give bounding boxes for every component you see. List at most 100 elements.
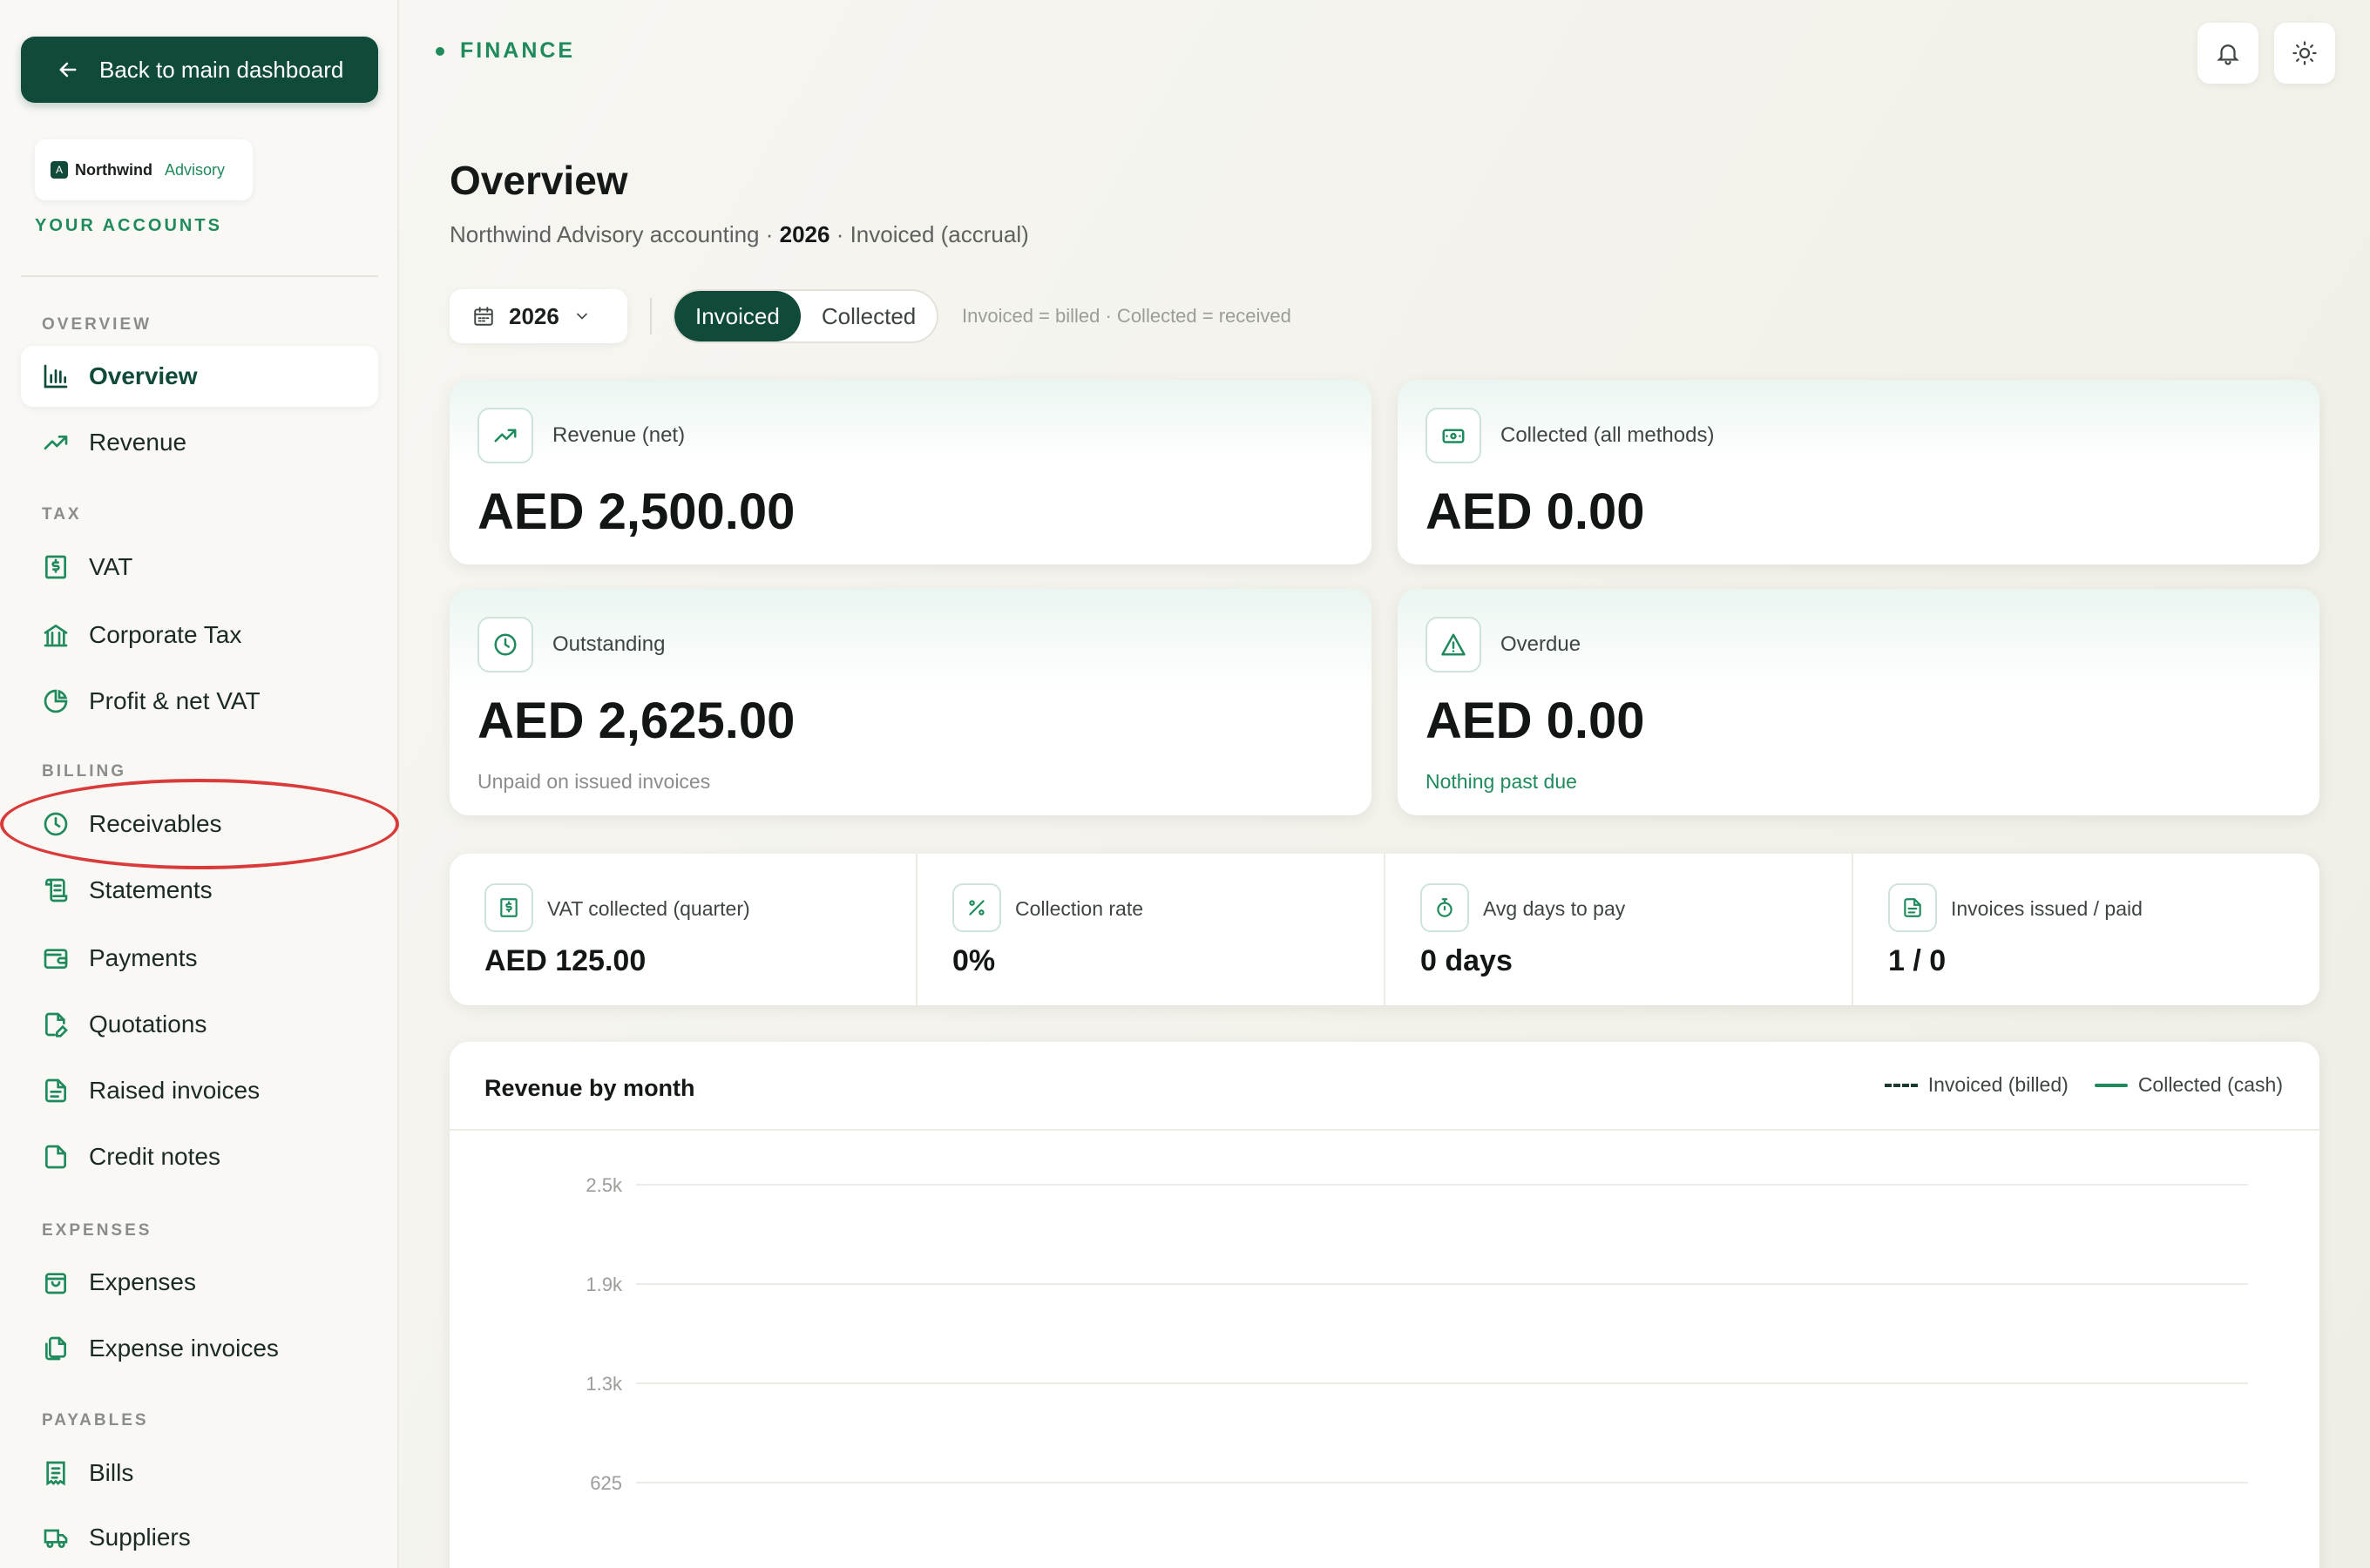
- overdue-card: Overdue AED 0.00 Nothing past due: [1398, 589, 2319, 815]
- card-icon-box: [477, 408, 533, 463]
- sidebar-item-quotations[interactable]: Quotations: [21, 994, 378, 1055]
- sidebar-item-vat[interactable]: VAT: [21, 537, 378, 598]
- sidebar-item-label: Bills: [89, 1459, 134, 1486]
- legend-item-collected: Collected (cash): [2094, 1073, 2283, 1097]
- sidebar-item-raised-invoices[interactable]: Raised invoices: [21, 1060, 378, 1121]
- bank-icon: [44, 624, 68, 647]
- breadcrumb-dot: [436, 46, 444, 56]
- toggle-invoiced[interactable]: Invoiced: [674, 291, 801, 341]
- sidebar-item-expenses[interactable]: Expenses: [21, 1252, 378, 1313]
- page-title: Overview: [450, 158, 628, 203]
- stat-icon-box: [484, 883, 533, 932]
- y-tick-label: 625: [590, 1472, 622, 1494]
- stat-value: 0 days: [1420, 944, 1513, 977]
- breadcrumb: FINANCE: [436, 38, 575, 64]
- receipt-dollar-icon: [500, 898, 518, 917]
- trend-up-icon: [494, 429, 517, 443]
- sidebar-item-label: Raised invoices: [89, 1077, 261, 1104]
- y-tick-label: 1.3k: [586, 1373, 623, 1395]
- subtitle-suffix: · Invoiced (accrual): [830, 221, 1029, 247]
- logo-mark: A: [51, 161, 68, 179]
- sidebar-item-label: Statements: [89, 876, 213, 903]
- main-content: FINANCE Overview Northwind Advisory acco…: [401, 0, 2370, 1568]
- stat-vat-collected: VAT collected (quarter) AED 125.00: [450, 854, 918, 1005]
- stat-label: VAT collected (quarter): [547, 897, 750, 920]
- section-label-overview: OVERVIEW: [42, 315, 152, 334]
- file-edit-icon: [45, 1012, 68, 1037]
- card-icon-box: [1425, 617, 1481, 672]
- receipt-dollar-icon: [45, 555, 66, 579]
- subtitle-prefix: Northwind Advisory accounting ·: [450, 221, 780, 247]
- sidebar: Back to main dashboard A Northwind Advis…: [0, 0, 399, 1568]
- wallet-icon: [44, 949, 68, 969]
- stat-label: Avg days to pay: [1483, 897, 1626, 920]
- sidebar-item-revenue[interactable]: Revenue: [21, 412, 378, 473]
- sidebar-item-label: Expense invoices: [89, 1335, 279, 1362]
- sidebar-item-label: Revenue: [89, 429, 187, 456]
- pie-chart-icon: [44, 689, 68, 713]
- sidebar-item-expense-invoices[interactable]: Expense invoices: [21, 1318, 378, 1379]
- basis-toggle: Invoiced Collected: [673, 289, 939, 343]
- card-value: AED 2,625.00: [477, 693, 796, 749]
- stat-label: Collection rate: [1015, 897, 1144, 920]
- your-accounts-link[interactable]: YOUR ACCOUNTS: [35, 216, 222, 236]
- sidebar-item-credit-notes[interactable]: Credit notes: [21, 1126, 378, 1187]
- legend-label: Collected (cash): [2137, 1073, 2283, 1096]
- card-label: Revenue (net): [552, 423, 686, 447]
- notifications-button[interactable]: [2197, 23, 2258, 84]
- files-icon: [45, 1336, 66, 1361]
- year-select[interactable]: 2026: [450, 289, 627, 343]
- card-icon-box: [477, 617, 533, 672]
- logo-sub: Advisory: [164, 160, 226, 179]
- back-to-dashboard-button[interactable]: Back to main dashboard: [21, 37, 378, 103]
- card-value: AED 0.00: [1425, 483, 1645, 540]
- section-label-payables: PAYABLES: [42, 1411, 149, 1429]
- legend-item-invoiced: Invoiced (billed): [1884, 1073, 2069, 1097]
- bell-icon: [2217, 44, 2239, 65]
- file-icon: [45, 1145, 66, 1169]
- sidebar-item-payments[interactable]: Payments: [21, 928, 378, 989]
- sidebar-item-label: Credit notes: [89, 1143, 220, 1170]
- trend-up-icon: [44, 436, 68, 449]
- stat-icon-box: [952, 883, 1001, 932]
- theme-toggle-button[interactable]: [2274, 23, 2335, 84]
- legend-swatch-solid: [2094, 1083, 2128, 1087]
- calendar-icon: [474, 307, 493, 326]
- sidebar-item-suppliers[interactable]: Suppliers: [21, 1507, 378, 1568]
- section-label-tax: TAX: [42, 505, 82, 524]
- outstanding-card: Outstanding AED 2,625.00 Unpaid on issue…: [450, 589, 1371, 815]
- percent-icon: [969, 900, 985, 916]
- revenue-card: Revenue (net) AED 2,500.00: [450, 380, 1371, 564]
- card-icon-box: [1425, 408, 1481, 463]
- revenue-chart-card: Revenue by month Invoiced (billed) Colle…: [450, 1042, 2319, 1568]
- revenue-chart-plot: 2.5k 1.9k 1.3k 625: [586, 1174, 2248, 1494]
- stat-avg-days: Avg days to pay 0 days: [1385, 854, 1853, 1005]
- file-text-icon: [45, 1078, 66, 1103]
- back-button-label: Back to main dashboard: [99, 56, 344, 83]
- card-value: AED 2,500.00: [477, 483, 796, 540]
- sidebar-item-label: Overview: [89, 362, 198, 389]
- section-label-billing: BILLING: [42, 762, 126, 781]
- chart-title: Revenue by month: [484, 1075, 695, 1101]
- sidebar-item-label: Expenses: [89, 1268, 196, 1295]
- stat-label: Invoices issued / paid: [1951, 897, 2143, 920]
- toggle-collected[interactable]: Collected: [801, 291, 937, 341]
- file-text-icon: [1904, 898, 1921, 917]
- clock-icon: [494, 633, 517, 656]
- sidebar-item-overview[interactable]: Overview: [21, 346, 378, 407]
- account-logo[interactable]: A Northwind Advisory: [35, 139, 253, 200]
- stat-icon-box: [1420, 883, 1469, 932]
- year-select-value: 2026: [509, 302, 559, 329]
- truck-icon: [44, 1529, 68, 1548]
- toggle-hint: Invoiced = billed · Collected = received: [962, 305, 1291, 327]
- sidebar-item-corporate-tax[interactable]: Corporate Tax: [21, 605, 378, 666]
- sidebar-item-label: Quotations: [89, 1010, 207, 1037]
- sidebar-item-bills[interactable]: Bills: [21, 1443, 378, 1504]
- sidebar-item-statements[interactable]: Statements: [21, 860, 378, 921]
- chart-legend: Invoiced (billed) Collected (cash): [1884, 1073, 2283, 1097]
- sidebar-item-profit-vat[interactable]: Profit & net VAT: [21, 671, 378, 732]
- warning-icon: [1441, 633, 1466, 656]
- card-label: Collected (all methods): [1500, 423, 1715, 447]
- stats-strip: VAT collected (quarter) AED 125.00 Colle…: [450, 854, 2319, 1005]
- stat-invoices: Invoices issued / paid 1 / 0: [1853, 854, 2319, 1005]
